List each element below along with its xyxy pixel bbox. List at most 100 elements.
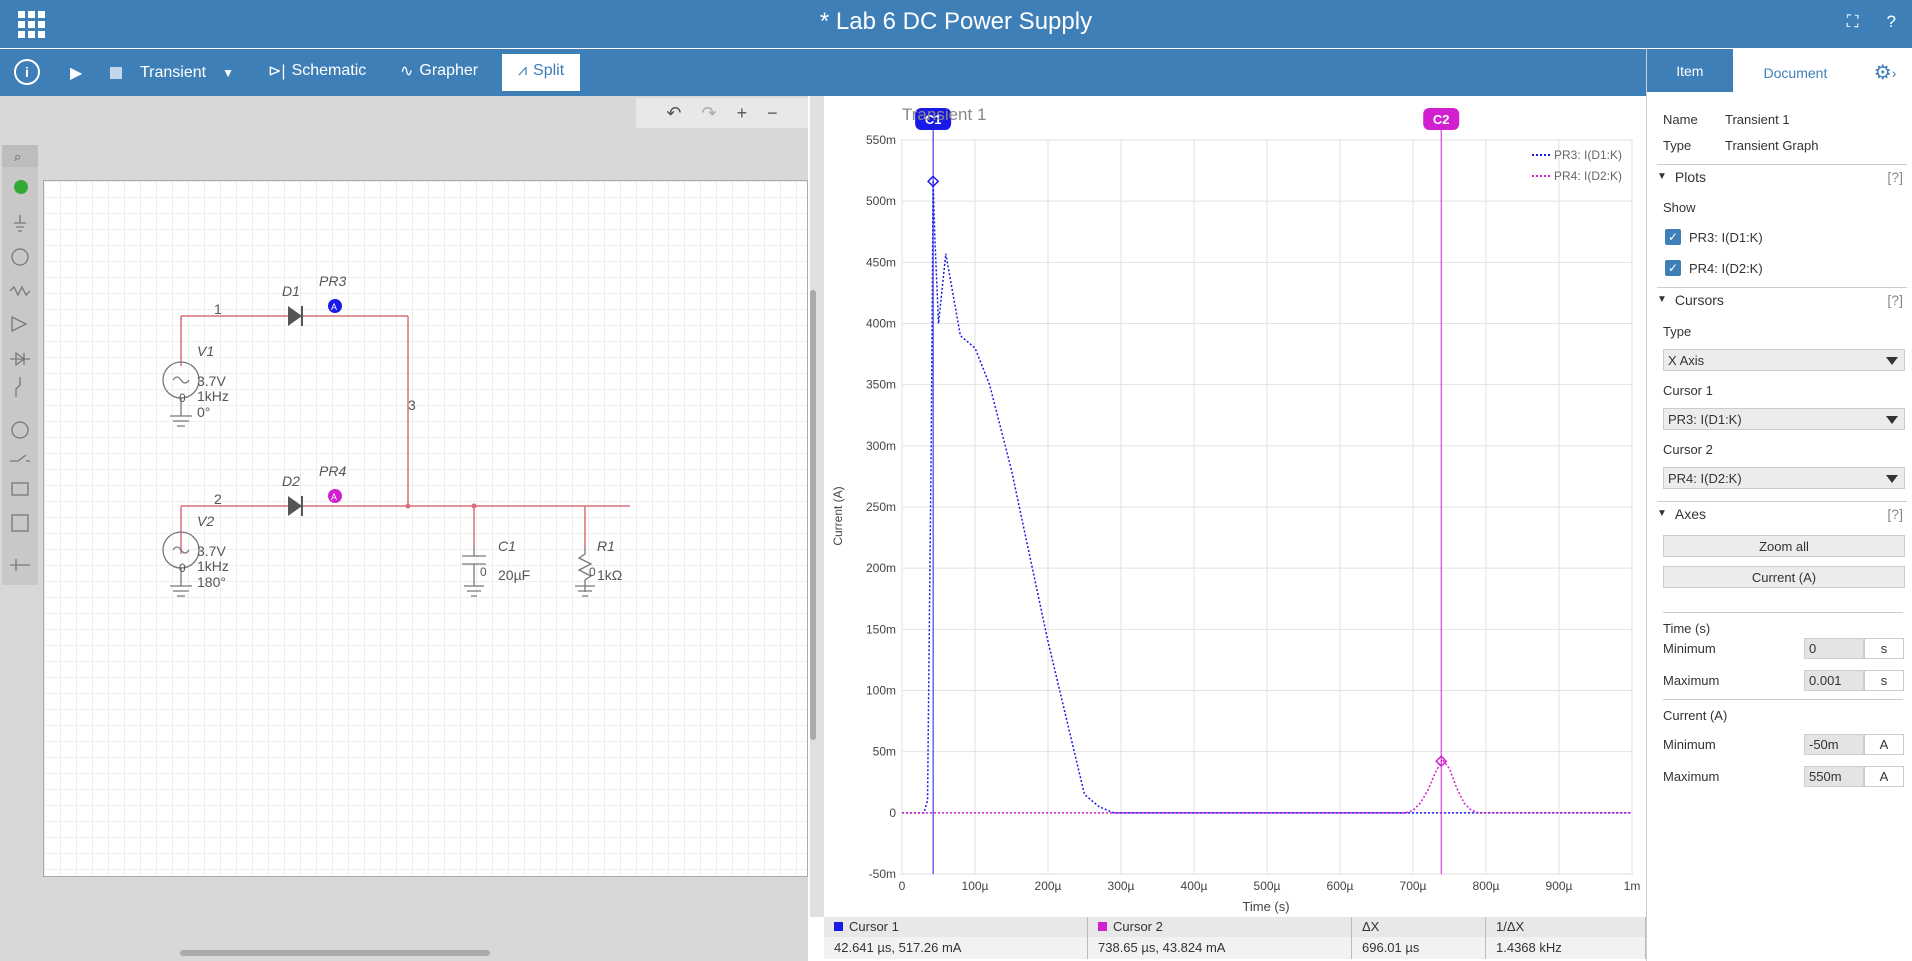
zoom-out-icon[interactable]: − (767, 103, 778, 124)
undo-icon[interactable]: ↶ (666, 103, 681, 124)
collapse-icon: ▼ (1657, 508, 1667, 519)
plot-checkbox[interactable]: ✓ (1665, 260, 1681, 276)
y-tick-label: 350m (866, 378, 896, 392)
cursor-type-select[interactable]: X Axis (1663, 349, 1905, 371)
fullscreen-icon[interactable]: ⛶ (1847, 12, 1859, 32)
y-tick-label: -50m (869, 867, 896, 881)
help-link[interactable]: [?] (1887, 169, 1903, 185)
x-tick-label: 500µ (1254, 879, 1281, 893)
voltmeter-tool-icon[interactable] (14, 180, 28, 194)
legend-label: PR4: I(D2:K) (1554, 169, 1622, 183)
node-label: 0 (179, 561, 186, 575)
component-value: 3.7V (197, 373, 226, 389)
chart-legend: PR3: I(D1:K) PR4: I(D2:K) (1532, 148, 1622, 183)
type-label: Type (1663, 138, 1692, 153)
y-tick-label: 300m (866, 439, 896, 453)
info-icon[interactable]: i (14, 59, 40, 85)
schematic-icon: ⊳| (268, 63, 286, 80)
plots-title: Plots (1674, 168, 1707, 185)
component-value: 180° (197, 574, 226, 590)
zoom-in-icon[interactable]: + (737, 103, 748, 124)
delta-x-value: 696.01 µs (1352, 937, 1486, 959)
current-axis-button[interactable]: Current (A) (1663, 566, 1905, 588)
tab-split[interactable]: ⩘ Split (502, 54, 581, 91)
tab-document[interactable]: Document (1732, 49, 1859, 96)
properties-panel: Item Document ⚙ › Name Transient 1 Type T… (1646, 49, 1912, 961)
analysis-mode-select[interactable]: Transient ▼ (140, 49, 234, 96)
transient-chart[interactable]: 0 100µ 200µ 300µ 400µ 500µ 600µ 700µ 800µ 900µ 1m -… (824, 96, 1646, 916)
x-tick-label: 1m (1624, 879, 1641, 893)
diode-d1[interactable] (288, 306, 303, 326)
tab-item[interactable]: Item (1647, 49, 1733, 96)
collapse-icon: ▼ (1657, 171, 1667, 182)
vertical-scrollbar[interactable] (810, 290, 816, 740)
current-axis-title: Current (A) (1663, 699, 1903, 723)
zoom-all-button[interactable]: Zoom all (1663, 535, 1905, 557)
node-label: 1 (214, 301, 222, 317)
redo-icon[interactable]: ↷ (701, 103, 716, 124)
document-title: * Lab 6 DC Power Supply (819, 8, 1093, 35)
tab-grapher[interactable]: ∿ Grapher (384, 54, 494, 91)
component-toolstrip: ⌕ (2, 145, 38, 585)
probe-label: PR3 (319, 273, 346, 289)
chevron-right-icon: › (1891, 64, 1897, 81)
y-tick-label: 400m (866, 317, 896, 331)
plots-section-header[interactable]: ▼ Plots [?] (1657, 164, 1907, 188)
y-tick-label: 150m (866, 622, 896, 636)
time-axis-title: Time (s) (1663, 612, 1903, 636)
current-min-label: Minimum (1663, 737, 1716, 752)
y-tick-label: 0 (889, 806, 896, 820)
type-value: Transient Graph (1725, 138, 1819, 153)
inverse-delta-x-value: 1.4368 kHz (1486, 937, 1646, 959)
help-link[interactable]: [?] (1887, 506, 1903, 522)
cursor2-head-label: Cursor 2 (1113, 919, 1163, 934)
cursor1-header: Cursor 1 (824, 917, 1088, 937)
play-icon[interactable]: ▶ (70, 49, 82, 96)
x-tick-label: 200µ (1035, 879, 1062, 893)
y-tick-label: 250m (866, 500, 896, 514)
graph-pane: 0 100µ 200µ 300µ 400µ 500µ 600µ 700µ 800µ 900µ 1m -… (824, 96, 1646, 961)
tab-schematic[interactable]: ⊳| Schematic (252, 54, 382, 91)
node-label: 2 (214, 491, 222, 507)
probe-label: PR4 (319, 463, 346, 479)
cursor-type-label: Type (1663, 324, 1692, 339)
time-min-input[interactable]: 0 (1804, 638, 1864, 659)
svg-text:A: A (331, 492, 337, 502)
cursor2-select[interactable]: PR4: I(D2:K) (1663, 467, 1905, 489)
y-tick-label: 200m (866, 561, 896, 575)
current-min-input[interactable]: -50m (1804, 734, 1864, 755)
name-value: Transient 1 (1725, 112, 1790, 127)
time-max-label: Maximum (1663, 673, 1720, 688)
cursor1-head-label: Cursor 1 (849, 919, 899, 934)
title-bar: * Lab 6 DC Power Supply ⛶ ? (0, 0, 1912, 48)
split-icon: ⩘ (518, 62, 528, 79)
y-tick-label: 50m (873, 745, 896, 759)
help-icon[interactable]: ? (1887, 12, 1896, 32)
schematic-zoom-bar: ↶ ↷ + − (636, 98, 808, 128)
dropdown-icon: ▼ (222, 65, 234, 80)
plot-checkbox[interactable]: ✓ (1665, 229, 1681, 245)
horizontal-scrollbar[interactable] (180, 950, 490, 956)
component-value: 1kHz (197, 388, 229, 404)
help-link[interactable]: [?] (1887, 292, 1903, 308)
stop-icon[interactable] (110, 49, 122, 96)
x-tick-label: 0 (899, 879, 906, 893)
component-value: 20µF (498, 567, 530, 583)
tab-schematic-label: Schematic (291, 62, 367, 79)
svg-text:A: A (331, 302, 337, 312)
schematic-canvas[interactable]: A A 1 2 3 D1 D2 PR3 PR4 V1 V2 C1 R1 3.7V… (43, 180, 808, 877)
cursor-readout: Cursor 1 Cursor 2 ΔX 1/ΔX 42.641 µs, 517… (824, 917, 1646, 961)
gear-icon[interactable]: ⚙ › (1858, 49, 1912, 96)
cursors-section-header[interactable]: ▼ Cursors [?] (1657, 287, 1907, 311)
node-label: 0 (589, 565, 596, 579)
cursor1-label: Cursor 1 (1663, 383, 1713, 398)
current-max-input[interactable]: 550m (1804, 766, 1864, 787)
diode-d2[interactable] (288, 496, 303, 516)
axes-section-header[interactable]: ▼ Axes [?] (1657, 501, 1907, 525)
cursor1-select[interactable]: PR3: I(D1:K) (1663, 408, 1905, 430)
analysis-mode-label: Transient (140, 63, 207, 81)
time-max-input[interactable]: 0.001 (1804, 670, 1864, 691)
x-tick-label: 600µ (1327, 879, 1354, 893)
component-value: 0° (197, 404, 210, 420)
search-tool-icon[interactable]: ⌕ (14, 149, 21, 164)
